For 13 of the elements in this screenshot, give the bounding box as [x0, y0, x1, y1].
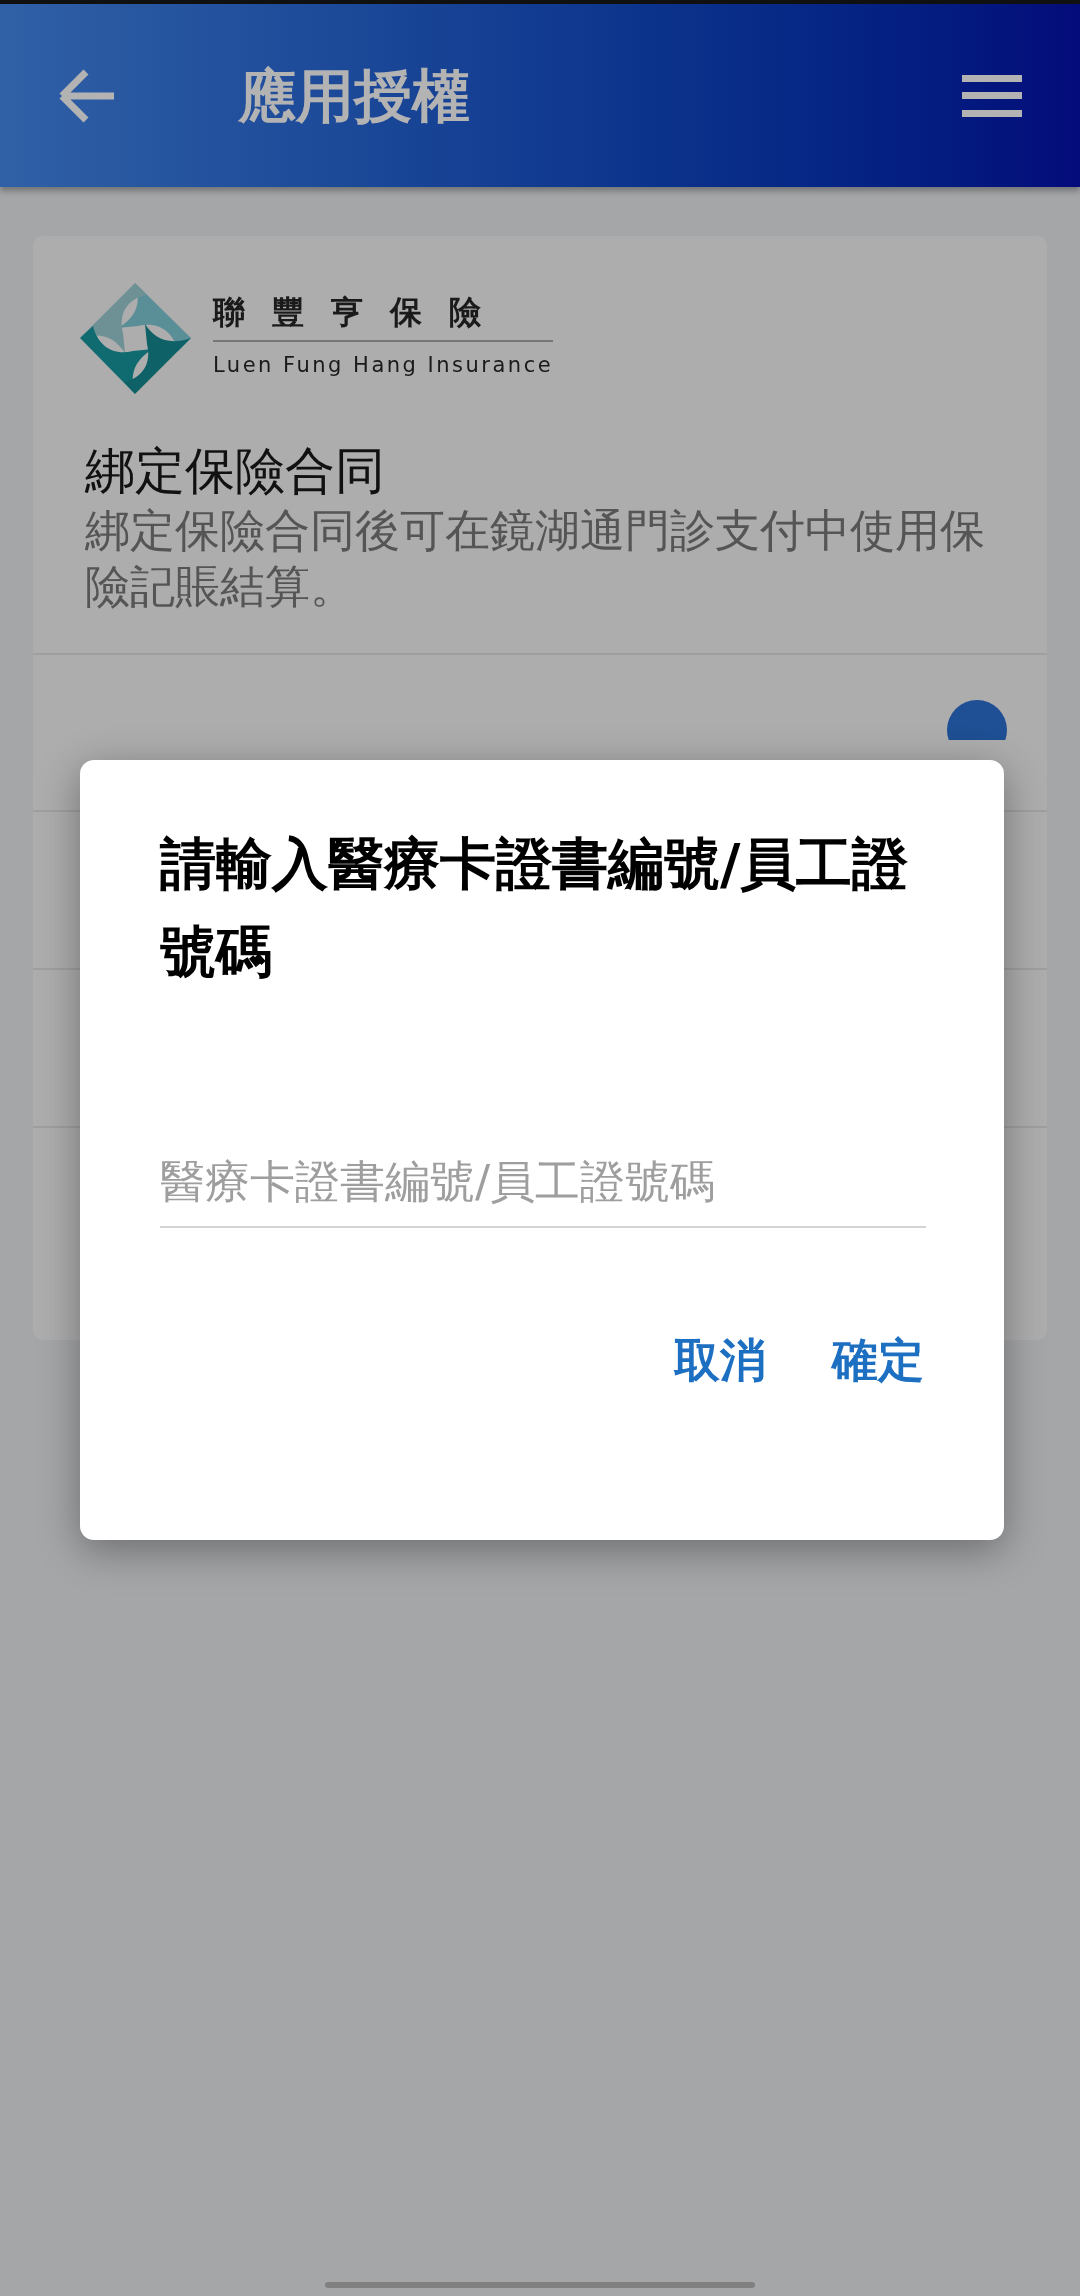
input-field[interactable]: 醫療卡證書編號/員工證號碼	[160, 1146, 926, 1228]
logo-icon	[78, 281, 193, 396]
dialog-title: 請輸入醫療卡證書編號/員工證號碼	[160, 830, 910, 986]
radio-icon[interactable]	[947, 700, 1007, 740]
back-arrow-icon[interactable]	[58, 68, 116, 123]
cancel-button[interactable]: 取消	[674, 1326, 766, 1395]
card-title: 綁定保險合同	[85, 441, 386, 501]
logo-english-name: Luen Fung Hang Insurance	[213, 351, 554, 379]
logo-chinese-name: 聯豐亨保險	[213, 295, 554, 342]
menu-icon[interactable]	[962, 74, 1022, 117]
confirm-button[interactable]: 確定	[832, 1326, 924, 1395]
card-description: 綁定保險合同後可在鏡湖通門診支付中使用保險記賬結算。	[85, 503, 986, 615]
page-title: 應用授權	[238, 66, 470, 125]
